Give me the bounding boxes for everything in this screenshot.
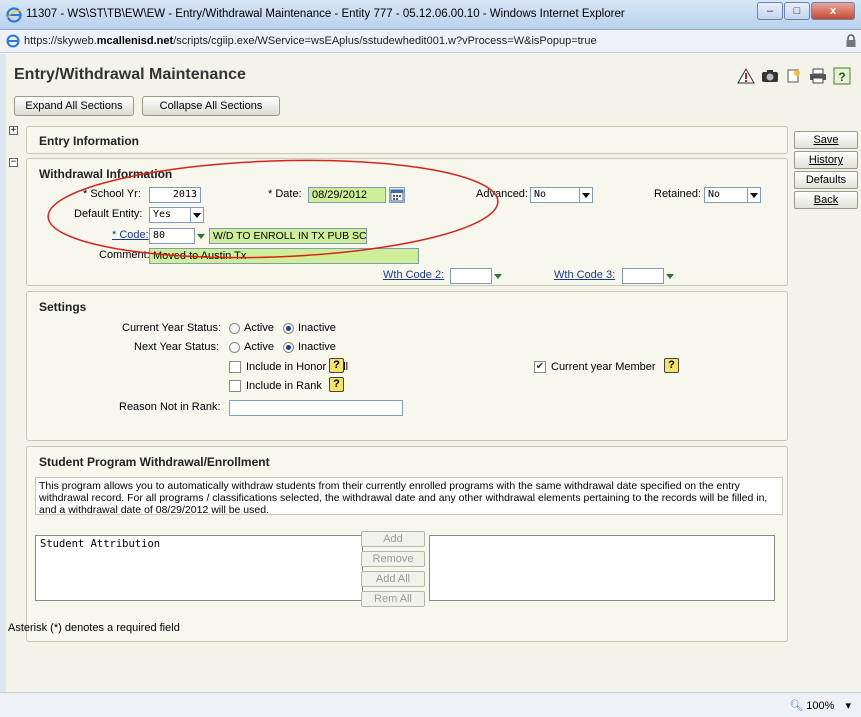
current-year-active-radio[interactable] [229, 323, 240, 334]
window-titlebar: 11307 - WS\ST\TB\EW\EW - Entry/Withdrawa… [0, 0, 861, 30]
next-year-active-label: Active [244, 341, 274, 353]
wth-code3-dropdown-icon[interactable] [663, 268, 677, 284]
rank-checkbox[interactable] [229, 380, 241, 392]
expand-all-button[interactable]: Expand All Sections [14, 96, 134, 116]
next-year-active-radio[interactable] [229, 342, 240, 353]
zoom-icon: 🔍︎ [789, 700, 804, 712]
add-button[interactable]: Add [361, 531, 425, 547]
current-year-member-label: Current year Member [551, 361, 656, 373]
retained-dropdown-icon[interactable] [747, 187, 761, 203]
required-field-note: Asterisk (*) denotes a required field [8, 622, 180, 634]
page-content: Entry/Withdrawal Maintenance ? Expand Al… [6, 54, 861, 692]
url-domain: mcallenisd.net [96, 35, 174, 47]
zoom-control[interactable]: 🔍︎ 100% ▾ [789, 699, 851, 712]
help-icon[interactable]: ? [831, 66, 853, 86]
program-description: This program allows you to automatically… [35, 477, 783, 516]
rank-label: Include in Rank [246, 380, 322, 392]
wth-code2-dropdown-icon[interactable] [491, 268, 505, 284]
defaults-button[interactable]: Defaults [794, 171, 858, 189]
next-year-inactive-label: Inactive [298, 341, 336, 353]
next-year-inactive-radio[interactable] [283, 342, 294, 353]
selected-programs-listbox[interactable] [429, 535, 775, 601]
close-button[interactable]: x [811, 2, 855, 20]
settings-section: Settings Current Year Status: Active Ina… [26, 291, 788, 441]
program-section-title: Student Program Withdrawal/Enrollment [39, 455, 270, 469]
camera-icon[interactable] [759, 66, 781, 86]
wth-code3-label-link[interactable]: Wth Code 3: [554, 269, 615, 281]
current-year-status-label: Current Year Status: [122, 322, 222, 334]
save-button[interactable]: Save [794, 131, 858, 149]
svg-text:?: ? [838, 70, 845, 84]
print-icon[interactable] [807, 66, 829, 86]
withdrawal-information-section: Withdrawal Information * School Yr: 2013… [26, 158, 788, 286]
current-year-active-label: Active [244, 322, 274, 334]
program-section: Student Program Withdrawal/Enrollment Th… [26, 446, 788, 642]
entry-section-title: Entry Information [39, 134, 140, 148]
padlock-icon [846, 34, 856, 47]
ie-logo-icon [6, 7, 22, 23]
entry-information-section[interactable]: Entry Information [26, 126, 788, 154]
retained-label: Retained: [654, 188, 702, 200]
status-bar: 🔍︎ 100% ▾ [0, 692, 861, 717]
toolbar-icons: ? [733, 66, 853, 86]
window-title: 11307 - WS\ST\TB\EW\EW - Entry/Withdrawa… [26, 8, 625, 20]
annotation-ellipse [47, 159, 499, 259]
rank-help-icon[interactable]: ? [329, 377, 344, 392]
next-year-status-label: Next Year Status: [134, 341, 219, 353]
reason-not-in-rank-label: Reason Not in Rank: [119, 401, 221, 413]
page-title: Entry/Withdrawal Maintenance [14, 66, 246, 83]
settings-title: Settings [39, 300, 87, 314]
available-programs-listbox[interactable]: Student Attribution [35, 535, 363, 601]
maximize-button[interactable]: □ [784, 2, 810, 20]
remove-button[interactable]: Remove [361, 551, 425, 567]
url-suffix: /scripts/cgiip.exe/WService=wsEAplus/sst… [173, 35, 597, 47]
current-year-member-help-icon[interactable]: ? [664, 358, 679, 373]
wth-code2-label-link[interactable]: Wth Code 2: [383, 269, 444, 281]
current-year-member-checkbox[interactable]: ✔ [534, 361, 546, 373]
minimize-button[interactable]: – [757, 2, 783, 20]
history-button[interactable]: History [794, 151, 858, 169]
collapse-all-button[interactable]: Collapse All Sections [142, 96, 280, 116]
url-text[interactable]: https://skyweb.mcallenisd.net/scripts/cg… [24, 35, 597, 47]
alert-icon[interactable] [735, 66, 757, 86]
reason-not-in-rank-field[interactable] [229, 400, 403, 416]
withdrawal-section-collapse-icon[interactable]: − [9, 158, 18, 167]
entry-section-expand-icon[interactable]: + [9, 126, 18, 135]
zoom-dropdown-icon[interactable]: ▾ [845, 700, 851, 712]
address-bar[interactable]: https://skyweb.mcallenisd.net/scripts/cg… [0, 30, 861, 53]
honor-roll-help-icon[interactable]: ? [329, 358, 344, 373]
advanced-dropdown-icon[interactable] [579, 187, 593, 203]
add-all-button[interactable]: Add All [361, 571, 425, 587]
advanced-select[interactable]: No [530, 187, 580, 203]
wth-code2-select[interactable] [450, 268, 492, 284]
honor-roll-checkbox[interactable] [229, 361, 241, 373]
list-item[interactable]: Student Attribution [36, 536, 362, 552]
site-icon [6, 34, 20, 48]
retained-select[interactable]: No [704, 187, 748, 203]
current-year-inactive-label: Inactive [298, 322, 336, 334]
back-button[interactable]: Back [794, 191, 858, 209]
bookmark-icon[interactable] [783, 66, 805, 86]
wth-code3-select[interactable] [622, 268, 664, 284]
zoom-level: 100% [806, 700, 835, 712]
url-prefix: https://skyweb. [24, 35, 97, 47]
rem-all-button[interactable]: Rem All [361, 591, 425, 607]
current-year-inactive-radio[interactable] [283, 323, 294, 334]
